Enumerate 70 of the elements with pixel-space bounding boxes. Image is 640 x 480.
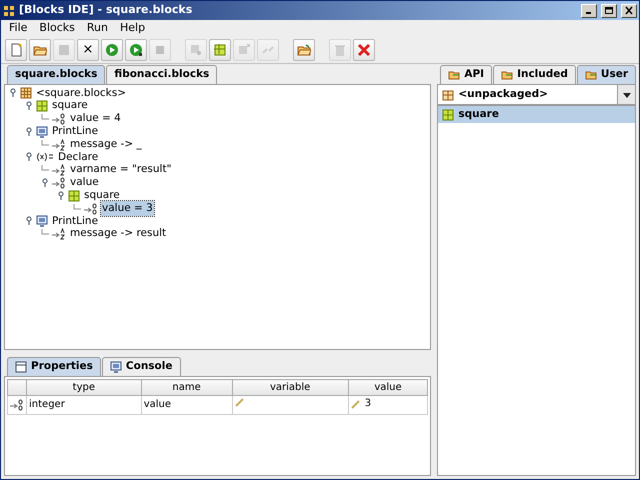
new-file-icon	[9, 43, 23, 57]
menu-item[interactable]: Run	[80, 20, 114, 37]
menu-item[interactable]: Help	[114, 20, 152, 37]
play-debug-icon	[129, 43, 143, 57]
package-folder-icon	[448, 69, 460, 82]
minimize-button[interactable]	[581, 4, 597, 18]
play-debug-button[interactable]	[125, 39, 147, 61]
table-cell: integer	[26, 396, 142, 414]
number-arrow-icon	[52, 176, 66, 189]
package-folder-icon	[584, 69, 597, 82]
dropdown-arrow-icon	[622, 90, 632, 98]
package-dropdown[interactable]: <unpackaged>	[437, 84, 636, 105]
block-button[interactable]	[209, 39, 231, 61]
maximize-icon	[604, 6, 614, 15]
package-folder-icon	[501, 69, 514, 82]
play-button[interactable]	[101, 39, 123, 61]
pencil-icon	[234, 397, 245, 408]
menu-item[interactable]: Blocks	[33, 20, 81, 37]
package-icon	[442, 88, 454, 100]
close-icon	[624, 6, 634, 15]
zoom-icon	[189, 43, 203, 57]
block-remove-icon	[237, 43, 251, 57]
tab[interactable]: User	[576, 65, 636, 84]
bin-icon	[333, 43, 347, 57]
pencil-icon	[350, 398, 361, 408]
open-folder-button[interactable]	[29, 39, 51, 61]
new-file-button[interactable]	[5, 39, 27, 61]
column-header: type	[26, 380, 142, 396]
window-title: [Blocks IDE] - square.blocks	[19, 2, 194, 18]
variable-icon	[36, 151, 54, 164]
table-cell: value	[141, 396, 232, 414]
block-icon	[68, 190, 80, 202]
folder-button[interactable]	[293, 39, 315, 61]
menu-item[interactable]: File	[3, 20, 34, 37]
close-button[interactable]	[621, 4, 637, 18]
number-arrow-icon	[84, 202, 98, 215]
table-icon	[15, 361, 27, 374]
window-grid-icon	[3, 4, 15, 16]
column-header: value	[348, 380, 428, 396]
library-item[interactable]: square	[438, 106, 635, 123]
number-arrow-icon	[10, 398, 24, 411]
folder-icon	[297, 43, 311, 57]
delete-button[interactable]	[353, 39, 375, 61]
number-arrow-icon	[52, 112, 66, 125]
stop-icon	[153, 43, 167, 57]
tab[interactable]: API	[440, 65, 492, 84]
tab[interactable]: Properties	[7, 357, 101, 376]
grid-icon	[20, 87, 32, 100]
monitor-icon	[36, 126, 48, 138]
text-arrow-icon	[52, 164, 66, 176]
text-arrow-icon	[52, 138, 66, 151]
block-icon	[213, 43, 227, 57]
block-icon	[36, 100, 48, 112]
play-icon	[105, 43, 119, 57]
column-header: name	[141, 380, 232, 396]
tree-node[interactable]: value = 3	[101, 200, 154, 216]
monitor-icon	[110, 361, 122, 374]
editable-cell: 3	[348, 396, 428, 414]
monitor-icon	[36, 215, 48, 228]
tab[interactable]: fibonacci.blocks	[106, 65, 218, 84]
tab[interactable]: Console	[102, 357, 180, 376]
delete-icon	[357, 43, 371, 57]
tab[interactable]: Included	[493, 65, 576, 84]
block-icon	[442, 108, 454, 120]
maximize-button[interactable]	[601, 4, 617, 18]
column-header: variable	[232, 380, 348, 396]
close-button[interactable]: ×	[77, 39, 99, 61]
text-arrow-icon	[52, 228, 66, 240]
square-icon	[57, 43, 71, 57]
tab[interactable]: square.blocks	[7, 65, 106, 84]
